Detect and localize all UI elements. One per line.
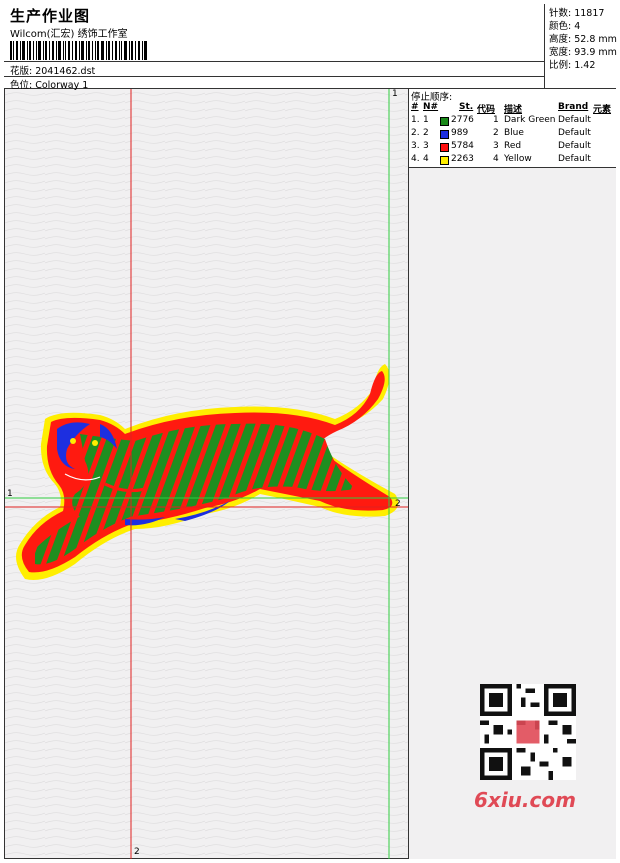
color-swatch [440,117,449,126]
design-canvas: 2 1 1 2 [5,89,408,859]
row-needle: 3 [423,141,429,151]
stat-width: 宽度: 93.9 mm [549,47,617,58]
row-stitches: 2776 [451,115,474,125]
row-needle: 2 [423,128,429,138]
col-needle: N# [423,102,439,112]
stop-sequence-title: 停止顺序: [411,92,453,103]
row-code: 2 [493,128,499,138]
qr-code [480,684,576,780]
color-swatch [440,130,449,139]
row-brand: Default [558,154,591,164]
row-index: 2. [411,128,420,138]
guide-label-green-top: 1 [392,89,398,99]
row-description: Red [504,141,522,151]
design-file-label: 花版: 2041462.dst [10,66,96,77]
row-description: Blue [504,128,524,138]
row-brand: Default [558,115,591,125]
color-swatch [440,143,449,152]
stat-stitch-count: 针数: 11817 [549,8,605,19]
row-code: 3 [493,141,499,151]
row-code: 4 [493,154,499,164]
guide-label-red-bottom: 2 [134,847,140,857]
design-stats: 针数: 11817 颜色: 4 高度: 52.8 mm 宽度: 93.9 mm … [544,4,617,89]
row-needle: 4 [423,154,429,164]
row-index: 4. [411,154,420,164]
col-index: # [411,102,419,112]
row-brand: Default [558,141,591,151]
col-element: 元素 [593,105,612,115]
row-code: 1 [493,115,499,125]
row-index: 1. [411,115,420,125]
header-divider [4,61,544,62]
header-panel: 生产作业图 Wilcom(汇宏) 绣饰工作室 花版: 2041462.dst 色… [4,4,616,91]
color-swatch [440,156,449,165]
row-needle: 1 [423,115,429,125]
guide-label-green-left: 1 [7,489,13,499]
stat-colors: 颜色: 4 [549,21,581,32]
col-code: 代码 [477,105,496,115]
col-description: 描述 [504,105,523,115]
stat-height: 高度: 52.8 mm [549,34,617,45]
watermark-text: 6xiu.com [474,788,576,812]
barcode [10,41,147,60]
page-title: 生产作业图 [10,7,91,25]
row-description: Yellow [504,154,532,164]
guide-label-red-right: 2 [395,499,401,509]
col-stitches: St. [459,102,474,112]
watermark: 6xiu.com [470,680,588,815]
stop-sequence-table: 停止顺序: # N# St. 代码 描述 Brand 元素 1. 1 2776 1 Da… [409,89,616,168]
row-stitches: 5784 [451,141,474,151]
row-index: 3. [411,141,420,151]
company-name: Wilcom(汇宏) 绣饰工作室 [10,29,128,40]
row-description: Dark Green [504,115,556,125]
row-stitches: 989 [451,128,469,138]
stat-scale: 比例: 1.42 [549,60,596,71]
row-brand: Default [558,128,591,138]
col-brand: Brand [558,102,589,112]
row-stitches: 2263 [451,154,474,164]
stitch-preview [5,89,408,859]
